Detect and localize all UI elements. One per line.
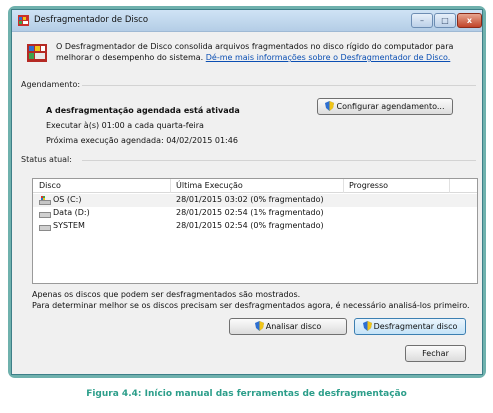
defragment-disk-label: Desfragmentar disco — [373, 322, 458, 331]
defragment-disk-button[interactable]: Desfragmentar disco — [354, 318, 466, 335]
defrag-large-icon — [27, 44, 47, 62]
status-divider — [82, 160, 476, 161]
drive-icon — [39, 212, 51, 218]
intro-description: O Desfragmentador de Disco consolida arq… — [56, 41, 476, 63]
disk-last-run: 28/01/2015 03:02 (0% fragmentado) — [176, 195, 324, 204]
uac-shield-icon — [325, 101, 335, 111]
column-progress[interactable]: Progresso — [349, 181, 388, 190]
close-button[interactable]: Fechar — [405, 345, 466, 362]
column-separator[interactable] — [170, 179, 171, 193]
analyze-disk-label: Analisar disco — [265, 322, 322, 331]
disk-name: Data (D:) — [53, 208, 90, 217]
title-bar[interactable]: Desfragmentador de Disco – □ x — [12, 10, 482, 32]
configure-schedule-button[interactable]: Configurar agendamento... — [317, 98, 453, 115]
disk-name: SYSTEM — [53, 221, 85, 230]
footer-note-2: Para determinar melhor se os discos prec… — [32, 301, 470, 310]
drive-icon — [39, 225, 51, 231]
status-section-label: Status atual: — [21, 155, 72, 164]
disk-row-c[interactable]: OS (C:) 28/01/2015 03:02 (0% fragmentado… — [33, 194, 477, 207]
defrag-window: Desfragmentador de Disco – □ x O Desfrag… — [11, 9, 483, 375]
disk-row-d[interactable]: Data (D:) 28/01/2015 02:54 (1% fragmenta… — [33, 207, 477, 220]
defrag-app-icon — [18, 15, 29, 26]
window-title: Desfragmentador de Disco — [34, 15, 149, 25]
column-last-run[interactable]: Última Execução — [176, 181, 243, 190]
maximize-button[interactable]: □ — [434, 13, 456, 28]
disk-name: OS (C:) — [53, 195, 82, 204]
schedule-status: A desfragmentação agendada está ativada — [46, 106, 240, 115]
column-disk[interactable]: Disco — [39, 181, 61, 190]
uac-shield-icon — [254, 321, 264, 331]
schedule-divider — [82, 85, 476, 86]
analyze-disk-button[interactable]: Analisar disco — [229, 318, 347, 335]
schedule-run-time: Executar à(s) 01:00 a cada quarta-feira — [46, 121, 204, 130]
schedule-next-run: Próxima execução agendada: 04/02/2015 01… — [46, 136, 238, 145]
figure-caption: Figura 4.4: Início manual das ferramenta… — [86, 389, 407, 399]
disk-row-system[interactable]: SYSTEM 28/01/2015 02:54 (0% fragmentado) — [33, 220, 477, 233]
disk-list-header: Disco Última Execução Progresso — [33, 179, 477, 193]
system-drive-icon — [39, 196, 51, 205]
uac-shield-icon — [362, 321, 372, 331]
minimize-button[interactable]: – — [411, 13, 433, 28]
disk-last-run: 28/01/2015 02:54 (1% fragmentado) — [176, 208, 324, 217]
close-window-button[interactable]: x — [457, 13, 482, 28]
footer-note-1: Apenas os discos que podem ser desfragme… — [32, 290, 301, 299]
schedule-section-label: Agendamento: — [21, 80, 81, 89]
disk-list[interactable]: Disco Última Execução Progresso OS (C:) … — [32, 178, 478, 284]
column-separator[interactable] — [449, 179, 450, 193]
configure-schedule-label: Configurar agendamento... — [336, 102, 445, 111]
more-info-link[interactable]: Dé-me mais informações sobre o Desfragme… — [206, 53, 451, 62]
column-separator[interactable] — [343, 179, 344, 193]
disk-last-run: 28/01/2015 02:54 (0% fragmentado) — [176, 221, 324, 230]
